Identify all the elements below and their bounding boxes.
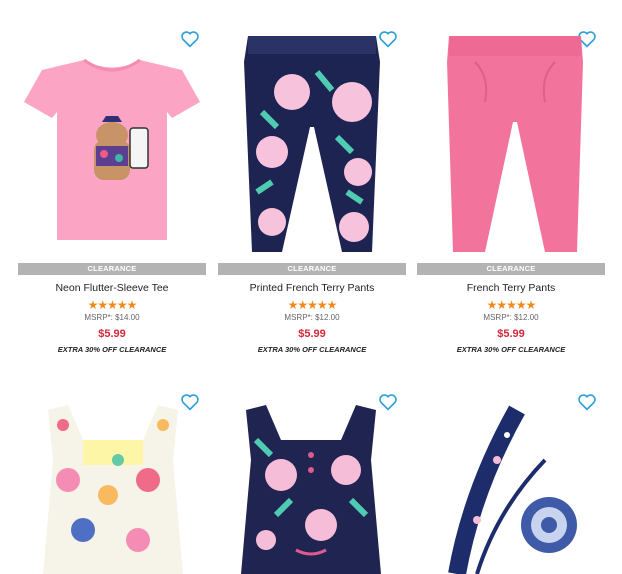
clearance-badge: CLEARANCE [417,263,605,275]
sale-price: $5.99 [497,328,525,340]
msrp-price: MSRP*: $12.00 [284,313,340,322]
promo-text: EXTRA 30% OFF CLEARANCE [456,345,566,354]
product-card[interactable] [417,390,605,574]
product-card[interactable]: CLEARANCE French Terry Pants ★★★★★ MSRP*… [417,0,605,360]
product-image-terry-pants[interactable] [445,32,585,257]
msrp-price: MSRP*: $12.00 [483,313,539,322]
product-image-headbands[interactable] [437,400,587,574]
sale-price: $5.99 [98,328,126,340]
clearance-badge: CLEARANCE [218,263,406,275]
sale-price: $5.99 [298,328,326,340]
star-rating: ★★★★★ [287,298,338,312]
promo-text: EXTRA 30% OFF CLEARANCE [57,345,167,354]
clearance-badge: CLEARANCE [18,263,206,275]
promo-text: EXTRA 30% OFF CLEARANCE [257,345,367,354]
product-card[interactable] [18,390,206,574]
product-name[interactable]: Neon Flutter-Sleeve Tee [18,282,206,294]
product-name[interactable]: French Terry Pants [417,282,605,294]
product-card[interactable]: CLEARANCE Printed French Terry Pants ★★★… [218,0,406,360]
product-card[interactable] [218,390,406,574]
product-image-floral-romper[interactable] [38,400,188,574]
product-image-navy-floral-romper[interactable] [236,400,386,574]
product-image-printed-pants[interactable] [242,32,382,257]
star-rating: ★★★★★ [486,298,537,312]
star-rating: ★★★★★ [87,298,138,312]
product-card[interactable]: CLEARANCE Neon Flutter-Sleeve Tee ★★★★★ … [18,0,206,360]
product-image-tee[interactable] [22,40,202,250]
product-name[interactable]: Printed French Terry Pants [218,282,406,294]
msrp-price: MSRP*: $14.00 [84,313,140,322]
